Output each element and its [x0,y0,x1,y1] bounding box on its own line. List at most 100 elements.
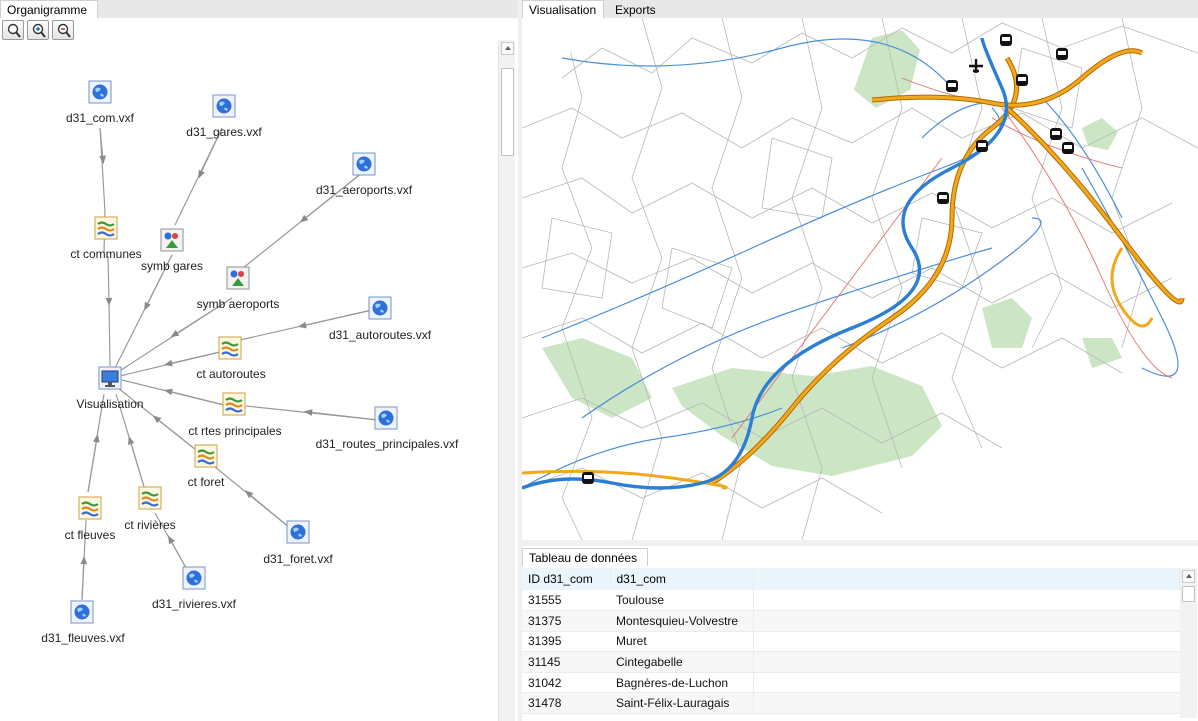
visualisation-tabstrip: Visualisation Exports [522,0,1198,18]
node-d31-rivieres[interactable] [182,566,206,590]
globe-icon [286,520,310,544]
train-station-icon [1050,128,1062,140]
globe-icon [352,152,376,176]
node-ct-autoroutes[interactable] [218,336,242,360]
cell-name: Saint-Félix-Lauragais [610,692,754,715]
cell-filler [753,631,1180,653]
tab-tableau-de-donnees[interactable]: Tableau de données [522,548,648,566]
node-label: d31_autoroutes.vxf [328,328,432,342]
node-ct-fleuves[interactable] [78,496,102,520]
node-label: d31_aeroports.vxf [315,183,413,197]
scroll-up-icon[interactable] [1182,570,1195,583]
node-label: ct fleuves [64,528,116,542]
cell-id: 31395 [522,631,610,653]
zoom-out-button[interactable] [52,20,74,40]
symbol-icon [160,228,184,252]
edge-communes-visu [105,255,113,307]
table-row[interactable]: 31375 Montesquieu-Volvestre [522,610,1180,632]
node-label: ct rivières [124,518,176,532]
forest-layer [542,30,1122,476]
layers-icon [218,336,242,360]
train-station-icon [1016,74,1028,86]
node-label: d31_com.vxf [65,111,135,125]
table-header-row: ID d31_com d31_com [522,568,1180,590]
column-header-name[interactable]: d31_com [610,568,754,590]
table-row[interactable]: 31395 Muret [522,631,1180,653]
node-label: Visualisation [76,397,144,411]
globe-icon [368,296,392,320]
table-row[interactable]: 31042 Bagnères-de-Luchon [522,672,1180,694]
data-table[interactable]: ID d31_com d31_com 31555 Toulouse 31375 Mo… [522,568,1180,715]
cell-id: 31145 [522,651,610,673]
application-window: Organigramme d31_com.vxf d31_gares.vxf d… [0,0,1198,721]
table-row[interactable]: 31555 Toulouse [522,590,1180,612]
cell-name: Cintegabelle [610,651,754,673]
node-d31-foret[interactable] [286,520,310,544]
cell-id: 31375 [522,610,610,632]
node-label: d31_fleuves.vxf [41,631,125,645]
layers-icon [222,392,246,416]
layers-icon [94,216,118,240]
table-row[interactable]: 31478 Saint-Félix-Lauragais [522,692,1180,715]
node-label: symb aeroports [196,297,280,311]
column-header-id[interactable]: ID d31_com [522,568,611,590]
tab-organigramme[interactable]: Organigramme [0,0,98,18]
node-ct-rivieres[interactable] [138,486,162,510]
scroll-thumb[interactable] [501,68,514,156]
cell-filler [753,651,1180,673]
visualisation-panel: Visualisation Exports Tableau de données… [522,0,1198,721]
column-header-filler [753,568,1180,590]
cell-id: 31478 [522,692,610,715]
globe-icon [374,406,398,430]
node-ct-communes[interactable] [94,216,118,240]
train-station-icon [1062,142,1074,154]
scroll-thumb[interactable] [1182,586,1195,602]
organigram-tabstrip: Organigramme [0,0,518,18]
node-label: d31_gares.vxf [186,125,262,139]
layers-icon [194,444,218,468]
node-label: ct rtes principales [188,424,282,438]
map-canvas [522,18,1198,540]
node-d31-gares[interactable] [212,94,236,118]
table-row[interactable]: 31145 Cintegabelle [522,651,1180,673]
node-label: d31_rivieres.vxf [151,597,237,611]
cell-filler [753,610,1180,632]
tab-exports[interactable]: Exports [608,0,668,18]
node-label: d31_foret.vxf [263,552,333,566]
organigram-canvas[interactable]: d31_com.vxf d31_gares.vxf d31_aeroports.… [0,40,498,721]
node-label: ct foret [187,475,225,489]
node-d31-com[interactable] [88,80,112,104]
globe-icon [70,600,94,624]
globe-icon [212,94,236,118]
cell-filler [753,590,1180,612]
node-symb-gares[interactable] [160,228,184,252]
node-ct-rtes-principales[interactable] [222,392,246,416]
globe-icon [182,566,206,590]
node-d31-aeroports[interactable] [352,152,376,176]
organigram-panel: Organigramme d31_com.vxf d31_gares.vxf d… [0,0,518,721]
node-ct-foret[interactable] [194,444,218,468]
tab-visualisation[interactable]: Visualisation [522,0,604,18]
train-station-icon [976,140,988,152]
zoom-in-button[interactable] [27,20,49,40]
map-view[interactable] [522,18,1198,540]
cell-id: 31042 [522,672,610,694]
node-d31-autoroutes[interactable] [368,296,392,320]
zoom-button[interactable] [2,20,24,40]
cell-filler [753,692,1180,715]
train-station-icon [937,192,949,204]
train-station-icon [1056,48,1068,60]
cell-filler [753,672,1180,694]
cell-id: 31555 [522,590,610,612]
node-visualisation[interactable] [98,366,122,390]
monitor-icon [98,366,122,390]
node-symb-aeroports[interactable] [226,266,250,290]
node-d31-routes-principales[interactable] [374,406,398,430]
node-d31-fleuves[interactable] [70,600,94,624]
node-label: ct communes [70,247,142,261]
organigram-scrollbar[interactable] [498,40,515,721]
scroll-up-icon[interactable] [501,42,514,55]
data-table-scrollbar[interactable] [1180,568,1197,718]
node-label: symb gares [140,259,204,273]
data-table-tabstrip: Tableau de données [522,546,1198,566]
